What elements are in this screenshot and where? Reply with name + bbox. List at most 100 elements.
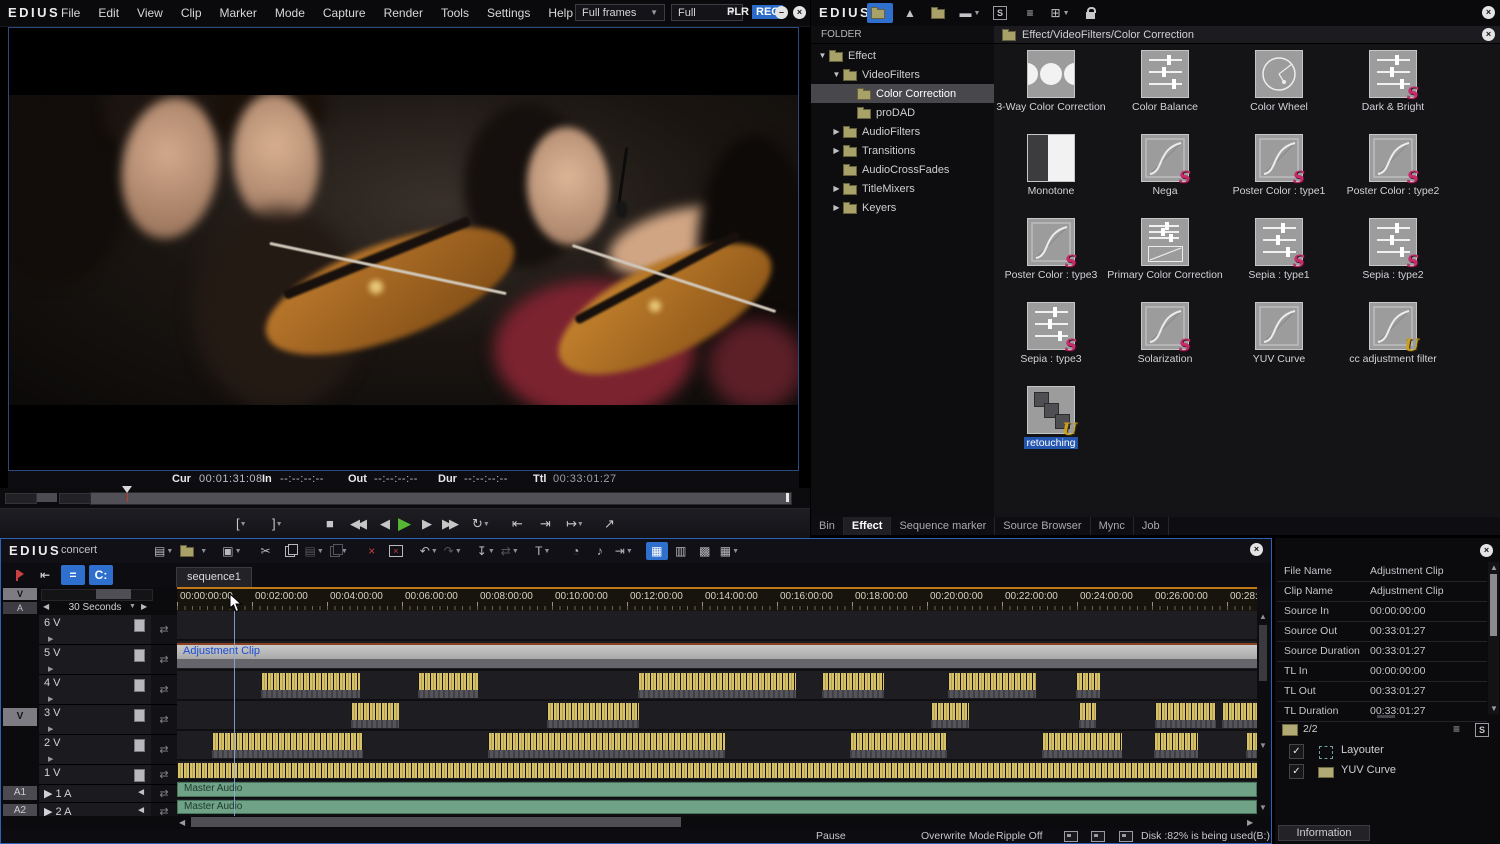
minimize-button[interactable]: – <box>775 6 788 19</box>
folder-view-icon[interactable] <box>867 3 893 23</box>
video-patch-badge[interactable]: V <box>3 588 37 600</box>
track-header-4v[interactable]: 4 V▶⇄ <box>1 675 177 705</box>
timeline-display-icon[interactable]: ▦ <box>646 542 668 560</box>
play-icon[interactable]: ▶ <box>398 514 411 534</box>
splitter-handle[interactable] <box>1377 715 1395 718</box>
scroll-down-icon[interactable]: ▼ <box>1259 741 1267 750</box>
expand-icon[interactable]: ▶ <box>48 725 53 733</box>
shuttle-block[interactable] <box>5 493 37 504</box>
timeline-lanes[interactable]: Adjustment ClipMaster AudioMaster Audio <box>177 611 1257 816</box>
scroll-left-icon[interactable]: ◀ <box>179 818 185 827</box>
tree-item-keyers[interactable]: ▶Keyers <box>811 198 994 217</box>
timeline-horizontal-scrollbar[interactable]: ◀ ▶ <box>1 816 1271 829</box>
track-thumbnail-icon[interactable] <box>134 769 145 782</box>
track-sync-icon[interactable]: ⇄ <box>151 645 177 675</box>
track-name-zone[interactable]: ▶ 1 A◄ <box>39 785 151 803</box>
effect-solarization[interactable]: SSolarization <box>1108 302 1222 386</box>
tree-item-audiofilters[interactable]: ▶AudioFilters <box>811 122 994 141</box>
video-clip[interactable] <box>1246 733 1257 750</box>
effect-poster-color-type3[interactable]: SPoster Color : type3 <box>994 218 1108 302</box>
speaker-icon[interactable]: ◄ <box>136 787 146 798</box>
video-clip[interactable] <box>1079 703 1096 720</box>
effect-poster-color-type2[interactable]: SPoster Color : type2 <box>1336 134 1450 218</box>
sync-icon[interactable]: S <box>1475 723 1489 737</box>
lane-2v[interactable] <box>177 731 1257 761</box>
track-settings-icon[interactable]: ▤▼ <box>152 542 175 560</box>
tab-effect[interactable]: Effect <box>844 517 892 535</box>
expand-icon[interactable]: ▶ <box>48 755 53 763</box>
tab-job[interactable]: Job <box>1134 517 1169 535</box>
tree-collapsed-icon[interactable]: ▶ <box>831 184 842 193</box>
tree-item-prodad[interactable]: proDAD <box>811 103 994 122</box>
frame-mode-select[interactable]: Full frames▼ <box>575 4 665 21</box>
menu-tools[interactable]: Tools <box>432 6 478 20</box>
track-name-zone[interactable]: 4 V▶ <box>39 675 151 705</box>
add-to-timeline-icon[interactable]: ↧▼ <box>475 542 497 560</box>
track-sync-icon[interactable]: ⇄ <box>151 765 177 785</box>
track-header-5v[interactable]: 5 V▶⇄ <box>1 645 177 675</box>
info-scrollbar[interactable]: ▲ ▼ <box>1488 562 1499 714</box>
tree-expanded-icon[interactable]: ▼ <box>817 51 828 60</box>
lane-4v[interactable] <box>177 671 1257 701</box>
menu-view[interactable]: View <box>128 6 172 20</box>
menu-marker[interactable]: Marker <box>211 6 266 20</box>
replace-icon[interactable]: ▼ <box>328 542 350 560</box>
track-name-zone[interactable]: 5 V▶ <box>39 645 151 675</box>
zoom-in-icon[interactable]: ▶ <box>141 602 147 611</box>
playhead[interactable] <box>234 611 235 816</box>
save-project-icon[interactable]: ▣▼ <box>220 542 243 560</box>
close-icon[interactable]: × <box>1482 28 1495 41</box>
scroll-up-icon[interactable]: ▲ <box>1259 612 1267 621</box>
clip-mode-icon[interactable]: C: <box>89 565 113 585</box>
open-project-icon[interactable]: ▼ <box>177 542 209 560</box>
recent-folder-icon[interactable] <box>927 3 953 23</box>
play-around-icon[interactable]: ↦▼ <box>566 514 584 534</box>
lane-5v[interactable]: Adjustment Clip <box>177 641 1257 671</box>
track-badge-v[interactable]: V <box>3 708 37 726</box>
up-one-level-icon[interactable]: ▲ <box>897 3 923 23</box>
effect-retouching[interactable]: Uretouching <box>994 386 1108 470</box>
scroll-down-icon[interactable]: ▼ <box>1259 803 1267 812</box>
tree-item-effect[interactable]: ▼Effect <box>811 46 994 65</box>
export-monitor-icon[interactable] <box>1119 831 1133 842</box>
effect-cc-adjustment-filter[interactable]: Ucc adjustment filter <box>1336 302 1450 386</box>
effect-sepia-type2[interactable]: SSepia : type2 <box>1336 218 1450 302</box>
track-name-zone[interactable]: 2 V▶ <box>39 735 151 765</box>
list-view-icon[interactable]: ≡ <box>1453 722 1460 736</box>
shuttle-handle[interactable] <box>37 493 57 502</box>
zoom-out-icon[interactable]: ◀ <box>43 602 49 611</box>
voiceover-icon[interactable]: ♪ <box>589 542 611 560</box>
display-icon[interactable] <box>1064 831 1078 842</box>
sync-mode-icon[interactable]: = <box>61 565 85 585</box>
video-clip[interactable] <box>822 673 885 690</box>
track-name-zone[interactable]: 3 V▶ <box>39 705 151 735</box>
tree-item-color-correction[interactable]: Color Correction <box>811 84 994 103</box>
track-thumbnail-icon[interactable] <box>134 739 145 752</box>
effect-monotone[interactable]: Monotone <box>994 134 1108 218</box>
video-clip[interactable] <box>418 673 478 690</box>
lane-1a[interactable]: Master Audio <box>177 781 1257 799</box>
effect-color-balance[interactable]: Color Balance <box>1108 50 1222 134</box>
loop-icon[interactable]: ↻▼ <box>472 514 490 534</box>
track-thumbnail-icon[interactable] <box>134 679 145 692</box>
effect-poster-color-type1[interactable]: SPoster Color : type1 <box>1222 134 1336 218</box>
display-options-icon[interactable]: ▦▼ <box>718 542 741 560</box>
effect-dark-bright[interactable]: SDark & Bright <box>1336 50 1450 134</box>
list-view-icon[interactable]: ≡ <box>1017 3 1043 23</box>
tab-bin[interactable]: Bin <box>811 517 844 535</box>
redo-icon[interactable]: ↷▼ <box>442 542 464 560</box>
speaker-icon[interactable]: ◄ <box>136 805 146 816</box>
track-header-1a[interactable]: A1▶ 1 A◄⇄ <box>1 785 177 803</box>
video-clip[interactable] <box>1042 733 1122 750</box>
lock-icon[interactable] <box>1077 3 1103 23</box>
effect-primary-color-correction[interactable]: Primary Color Correction <box>1108 218 1222 302</box>
track-thumbnail-icon[interactable] <box>134 649 145 662</box>
track-name-zone[interactable]: 6 V▶ <box>39 615 151 645</box>
create-title-icon[interactable]: T▼ <box>532 542 554 560</box>
audio-patch-badge[interactable]: A <box>3 602 37 614</box>
close-icon[interactable]: × <box>1482 6 1495 19</box>
track-thumbnail-icon[interactable] <box>134 709 145 722</box>
track-badge-a1[interactable]: A1 <box>3 786 37 800</box>
video-clip[interactable] <box>1154 733 1197 750</box>
lane-3v[interactable] <box>177 701 1257 731</box>
